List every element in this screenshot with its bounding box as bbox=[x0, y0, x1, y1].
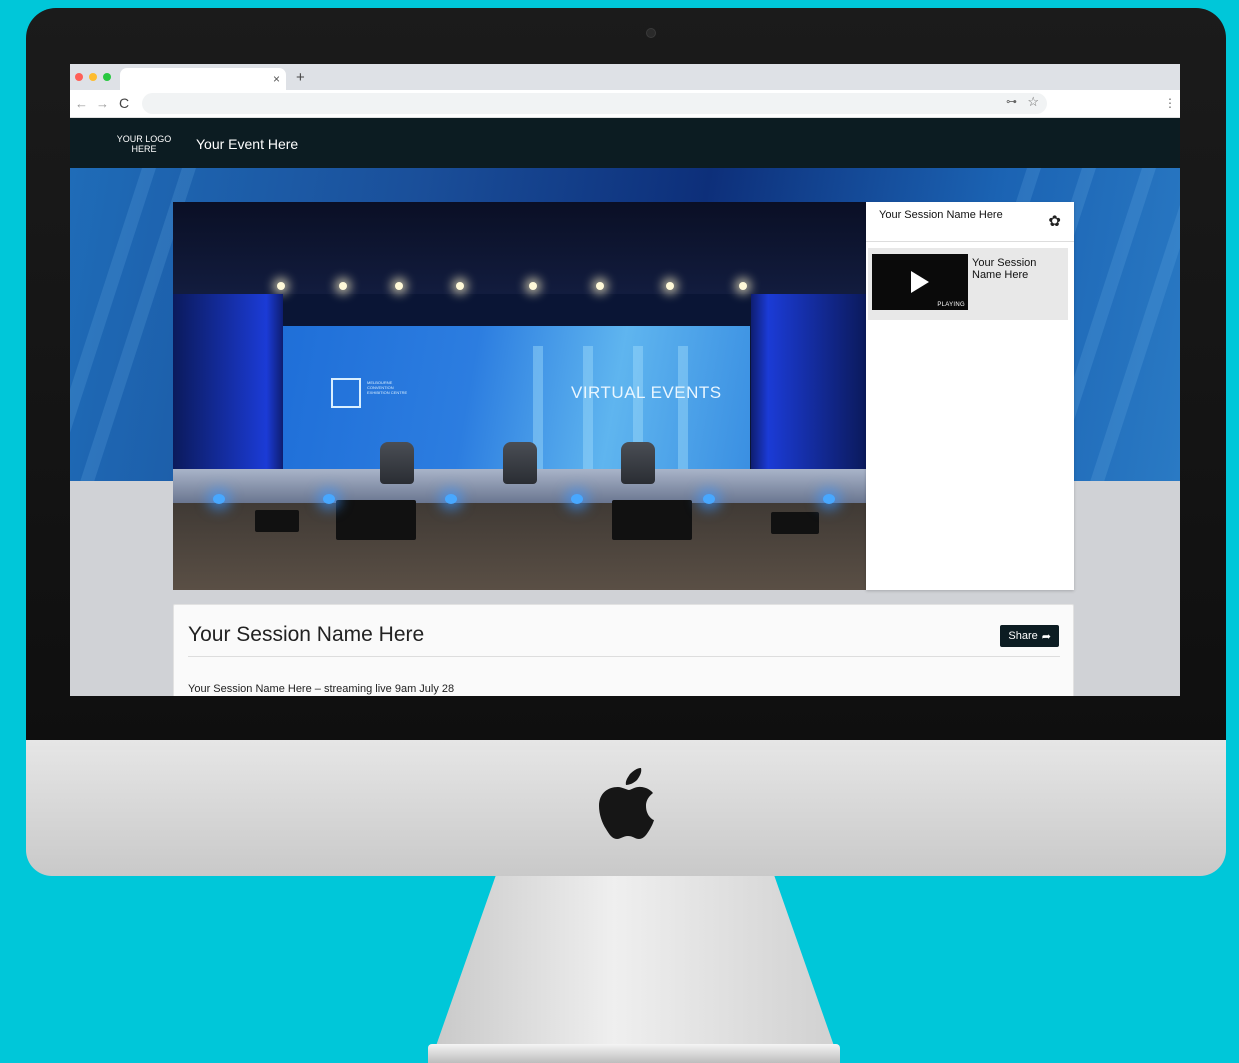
session-info-card: Your Session Name Here Share ➦ Your Sess… bbox=[173, 604, 1074, 696]
uplight bbox=[445, 494, 457, 504]
forward-icon[interactable]: → bbox=[96, 96, 109, 111]
apple-logo-icon bbox=[599, 768, 654, 839]
stage-light bbox=[666, 282, 674, 290]
stage-ceiling bbox=[173, 202, 866, 294]
imac-stand-base bbox=[428, 1044, 840, 1063]
address-bar[interactable]: ⊶ ☆ bbox=[142, 93, 1047, 114]
window-maximize-dot[interactable] bbox=[103, 73, 111, 81]
playing-badge: PLAYING bbox=[937, 302, 965, 308]
window-minimize-dot[interactable] bbox=[89, 73, 97, 81]
stage-light bbox=[739, 282, 747, 290]
tab-close-icon[interactable]: × bbox=[273, 72, 280, 86]
reload-icon[interactable]: C bbox=[119, 95, 129, 111]
share-button-label: Share bbox=[1008, 630, 1038, 642]
new-tab-icon[interactable]: + bbox=[296, 69, 305, 86]
uplight bbox=[703, 494, 715, 504]
browser-tab[interactable]: × bbox=[120, 68, 286, 90]
browser-menu-icon[interactable]: ⋮ bbox=[1164, 96, 1176, 110]
event-title: Your Event Here bbox=[196, 136, 299, 152]
stage-light bbox=[395, 282, 403, 290]
stage-chair bbox=[380, 442, 414, 484]
play-icon[interactable] bbox=[911, 271, 929, 293]
stage-monitor bbox=[612, 500, 692, 540]
playlist-item-title: Your Session Name Here bbox=[972, 257, 1037, 281]
session-divider bbox=[188, 656, 1060, 657]
session-description: Your Session Name Here – streaming live … bbox=[188, 683, 455, 695]
stage-light bbox=[596, 282, 604, 290]
uplight bbox=[823, 494, 835, 504]
stage-light bbox=[339, 282, 347, 290]
gear-icon[interactable]: ✿ bbox=[1048, 212, 1061, 230]
bookmark-star-icon[interactable]: ☆ bbox=[1027, 94, 1039, 110]
curtain-right bbox=[751, 294, 866, 484]
stage-chair bbox=[621, 442, 655, 484]
stage-chair bbox=[503, 442, 537, 484]
curtain-left bbox=[173, 294, 283, 484]
share-button[interactable]: Share ➦ bbox=[1000, 625, 1059, 647]
window-close-dot[interactable] bbox=[75, 73, 83, 81]
led-wall-text: VIRTUAL EVENTS bbox=[571, 383, 722, 402]
browser-toolbar: ← → C ⊶ ☆ ⋮ bbox=[70, 90, 1180, 118]
stage-light bbox=[456, 282, 464, 290]
stage-light bbox=[277, 282, 285, 290]
share-arrow-icon: ➦ bbox=[1041, 630, 1051, 643]
uplight bbox=[571, 494, 583, 504]
screen: × + ← → C ⊶ ☆ ⋮ YOUR LOGO HERE Your Even… bbox=[70, 64, 1180, 696]
venue-name: Melbourne Convention Exhibition Centre bbox=[367, 380, 408, 395]
site-logo[interactable]: YOUR LOGO HERE bbox=[106, 134, 182, 154]
back-icon[interactable]: ← bbox=[75, 96, 88, 111]
playlist-title: Your Session Name Here bbox=[879, 209, 1003, 221]
camera-icon bbox=[646, 28, 656, 38]
playlist-header: Your Session Name Here ✿ bbox=[866, 202, 1074, 242]
key-icon[interactable]: ⊶ bbox=[1006, 95, 1017, 108]
session-title: Your Session Name Here bbox=[188, 623, 425, 646]
stage-monitor bbox=[336, 500, 416, 540]
browser-tabbar: × + bbox=[70, 64, 1180, 90]
playlist-item[interactable]: PLAYING Your Session Name Here bbox=[868, 248, 1068, 320]
video-player[interactable]: Melbourne Convention Exhibition Centre V… bbox=[173, 202, 866, 590]
session-playlist: Your Session Name Here ✿ PLAYING Your Se… bbox=[866, 202, 1074, 590]
imac-stand bbox=[430, 876, 840, 1063]
uplight bbox=[323, 494, 335, 504]
uplight bbox=[213, 494, 225, 504]
stage-speaker bbox=[771, 512, 819, 534]
venue-logo-icon bbox=[331, 378, 361, 408]
video-thumbnail[interactable]: PLAYING bbox=[872, 254, 968, 310]
stage-light bbox=[529, 282, 537, 290]
site-header: YOUR LOGO HERE Your Event Here bbox=[70, 118, 1180, 168]
stage-speaker bbox=[255, 510, 299, 532]
hero-section: Melbourne Convention Exhibition Centre V… bbox=[70, 168, 1180, 696]
